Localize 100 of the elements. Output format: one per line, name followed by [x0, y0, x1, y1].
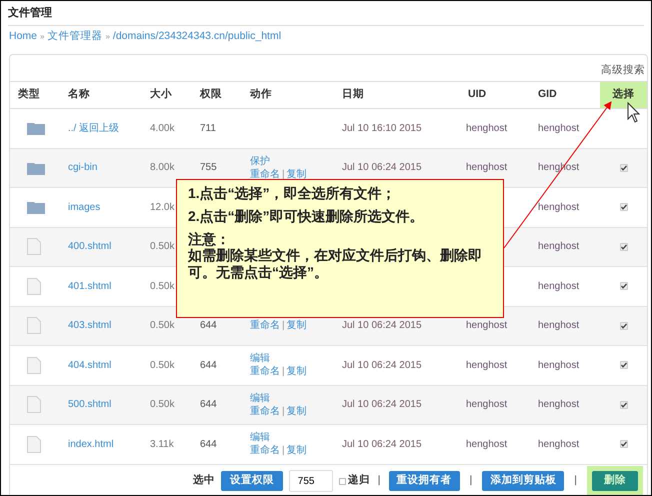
- row-checkbox[interactable]: [620, 242, 628, 251]
- row-checkbox[interactable]: [620, 361, 628, 370]
- action-link[interactable]: 编辑: [250, 352, 270, 366]
- gid-cell: henghost: [538, 122, 580, 134]
- size-cell: 0.50k: [150, 280, 174, 292]
- column-header: 日期: [341, 87, 365, 102]
- date-cell: Jul 10 06:24 2015: [342, 360, 422, 371]
- link-separator: |: [282, 444, 285, 458]
- permission-input[interactable]: 755: [288, 470, 333, 492]
- note-text: 如需删除某些文件，在对应文件后打钩、删除即可。无需点击“选择”。: [188, 247, 483, 281]
- column-header: UID: [467, 87, 488, 102]
- gid-cell: henghost: [538, 438, 580, 450]
- size-cell: 0.50k: [150, 320, 174, 332]
- add-to-clipboard-button[interactable]: 添加到剪贴板: [482, 471, 564, 491]
- recursive-label: 递归: [348, 473, 370, 488]
- separator: |: [468, 473, 474, 488]
- breadcrumb-separator: »: [105, 31, 110, 43]
- action-link[interactable]: 复制: [286, 404, 307, 418]
- instruction-text: 2.点击“删除”即可快速删除所选文件。: [188, 208, 425, 224]
- action-link[interactable]: 复制: [286, 168, 307, 181]
- permission-cell: 711: [200, 122, 216, 134]
- reset-owner-button[interactable]: 重设拥有者: [388, 471, 460, 491]
- action-link[interactable]: 重命名: [250, 168, 280, 181]
- folder-icon: [27, 121, 45, 136]
- column-header: 权限: [198, 87, 223, 102]
- action-link[interactable]: 重命名: [250, 444, 280, 458]
- gid-cell: henghost: [538, 399, 580, 410]
- action-link[interactable]: 编辑: [250, 431, 270, 444]
- gid-cell: henghost: [538, 241, 580, 252]
- date-cell: Jul 10 06:24 2015: [342, 162, 422, 174]
- breadcrumb-link[interactable]: /domains/234324343.cn/public_html: [112, 29, 282, 45]
- action-link[interactable]: 复制: [286, 444, 307, 458]
- link-separator: |: [282, 365, 285, 378]
- action-link[interactable]: 重命名: [250, 365, 280, 378]
- separator: |: [376, 473, 382, 488]
- permission-cell: 644: [200, 438, 217, 450]
- row-checkbox[interactable]: [620, 440, 628, 448]
- size-cell: 0.50k: [150, 241, 174, 252]
- action-link[interactable]: 重命名: [250, 319, 280, 332]
- file-name-link[interactable]: 404.shtml: [68, 360, 112, 371]
- permission-cell: 644: [200, 320, 217, 332]
- action-link[interactable]: 复制: [286, 365, 307, 378]
- size-cell: 8.00k: [150, 162, 174, 174]
- link-separator: |: [282, 404, 285, 418]
- selected-label: 选中: [192, 473, 215, 488]
- uid-cell: henghost: [466, 122, 508, 134]
- file-name-link[interactable]: 400.shtml: [68, 241, 112, 252]
- recursive-checkbox[interactable]: [338, 478, 346, 484]
- file-name-link[interactable]: 500.shtml: [68, 399, 112, 410]
- row-checkbox[interactable]: [620, 164, 628, 172]
- size-cell: 4.00k: [150, 122, 174, 134]
- row-checkbox[interactable]: [620, 282, 628, 290]
- column-header: GID: [537, 87, 558, 102]
- permission-cell: 644: [200, 360, 217, 371]
- breadcrumb-link[interactable]: 文件管理器: [47, 29, 102, 45]
- file-icon: [27, 317, 41, 334]
- action-link[interactable]: 保护: [250, 154, 270, 168]
- advanced-search-link[interactable]: 高级搜索: [601, 63, 645, 79]
- row-checkbox[interactable]: [620, 322, 628, 330]
- gid-cell: henghost: [538, 202, 580, 213]
- breadcrumb-link[interactable]: Home: [9, 29, 38, 45]
- date-cell: Jul 10 16:10 2015: [342, 122, 422, 134]
- separator: |: [573, 473, 578, 488]
- uid-cell: henghost: [466, 320, 508, 332]
- file-icon: [27, 396, 41, 414]
- column-header: 类型: [17, 87, 41, 102]
- size-cell: 12.0k: [150, 202, 174, 213]
- gid-cell: henghost: [538, 280, 580, 292]
- page-title: 文件管理: [7, 6, 53, 21]
- file-name-link[interactable]: 403.shtml: [68, 320, 112, 332]
- file-name-link[interactable]: 401.shtml: [68, 280, 112, 292]
- column-header: 大小: [149, 87, 173, 102]
- folder-icon: [27, 160, 45, 175]
- size-cell: 3.11k: [150, 438, 174, 450]
- file-icon: [27, 278, 41, 295]
- uid-cell: henghost: [466, 360, 508, 371]
- file-name-link[interactable]: ../ 返回上级: [68, 122, 120, 134]
- delete-button[interactable]: 删除: [592, 471, 638, 491]
- action-link[interactable]: 复制: [286, 319, 307, 332]
- row-checkbox[interactable]: [620, 400, 628, 409]
- size-cell: 0.50k: [150, 399, 174, 410]
- file-name-link[interactable]: cgi-bin: [68, 162, 98, 174]
- file-icon: [27, 238, 41, 256]
- folder-icon: [27, 200, 45, 214]
- row-checkbox[interactable]: [620, 203, 628, 212]
- uid-cell: henghost: [466, 438, 508, 450]
- select-all-header[interactable]: 选择: [600, 82, 647, 108]
- link-separator: |: [282, 319, 285, 332]
- breadcrumb-separator: »: [40, 31, 44, 43]
- action-link[interactable]: 编辑: [250, 392, 270, 405]
- column-header: 名称: [67, 87, 91, 102]
- uid-cell: henghost: [466, 162, 508, 174]
- file-name-link[interactable]: index.html: [68, 438, 114, 450]
- action-link[interactable]: 重命名: [250, 404, 280, 418]
- link-separator: |: [282, 168, 285, 181]
- uid-cell: henghost: [466, 399, 508, 410]
- note-title: 注意：: [188, 231, 230, 247]
- set-permission-button[interactable]: 设置权限: [220, 471, 283, 491]
- size-cell: 0.50k: [150, 360, 174, 371]
- file-name-link[interactable]: images: [68, 202, 100, 213]
